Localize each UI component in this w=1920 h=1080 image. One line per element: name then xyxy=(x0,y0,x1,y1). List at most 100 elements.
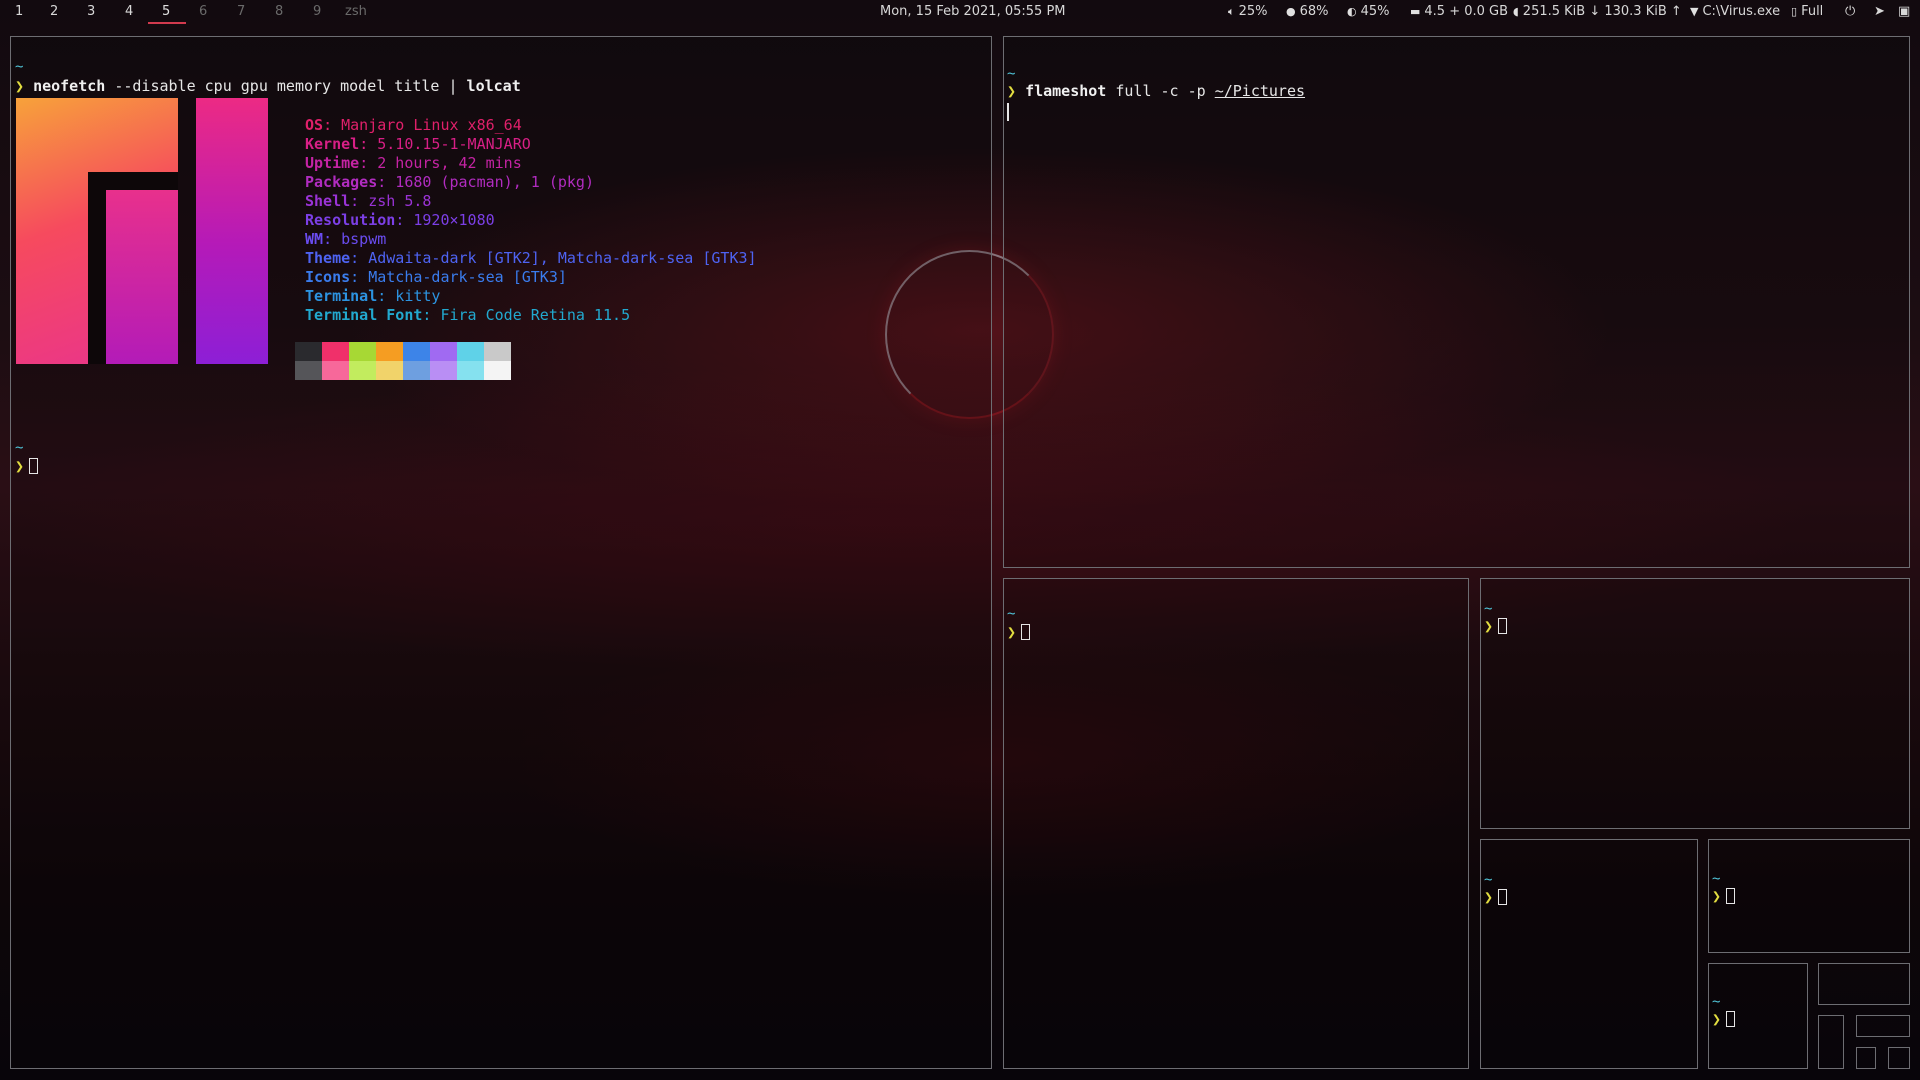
terminal-prompt[interactable]: ❯ xyxy=(1712,887,1736,906)
cwd-home: ~ xyxy=(1712,871,1721,887)
wifi-module[interactable]: ▼ C:\Virus.exe xyxy=(1690,4,1780,19)
cwd-home: ~ xyxy=(1484,872,1493,888)
terminal-prompt[interactable]: ❯ xyxy=(1712,1010,1736,1029)
terminal-window-neofetch[interactable]: ~ ❯ neofetch --disable cpu gpu memory mo… xyxy=(10,36,992,1069)
prompt-symbol: ❯ xyxy=(15,457,25,475)
cwd-home: ~ xyxy=(1484,601,1493,617)
brightness-value: 45% xyxy=(1360,4,1390,19)
info-key-wm: WM xyxy=(305,230,324,248)
cwd-home: ~ xyxy=(15,440,24,456)
text-cursor xyxy=(1726,888,1736,904)
prompt-symbol: ❯ xyxy=(1484,888,1494,906)
info-key-packages: Packages xyxy=(305,173,378,191)
tiny-window-b[interactable] xyxy=(1818,1015,1844,1069)
terminal-window-5[interactable]: ~ ❯ xyxy=(1480,839,1698,1069)
terminal-line: ~ xyxy=(1484,599,1492,619)
battery-icon: ▯ xyxy=(1791,5,1798,18)
wifi-value: C:\Virus.exe xyxy=(1702,4,1781,19)
prompt-symbol: ❯ xyxy=(15,77,25,95)
info-value-terminal-font: : Fira Code Retina 11.5 xyxy=(422,306,631,324)
terminal-window-7[interactable]: ~ ❯ xyxy=(1708,963,1808,1069)
terminal-window-6[interactable]: ~ ❯ xyxy=(1708,839,1910,953)
workspace-3[interactable]: 3 xyxy=(87,4,95,19)
terminal-prompt[interactable]: ❯ xyxy=(1484,617,1508,636)
pipe-target: lolcat xyxy=(457,77,521,95)
info-value-wm: : bspwm xyxy=(323,230,387,248)
info-value-packages: : 1680 (pacman), 1 (pkg) xyxy=(377,173,594,191)
terminal-line: ~ xyxy=(1712,992,1720,1012)
network-module[interactable]: ◖ 251.5 KiB ↓ 130.3 KiB ↑ xyxy=(1513,4,1682,19)
battery-module[interactable]: ▯ Full xyxy=(1791,4,1823,19)
prompt-symbol: ❯ xyxy=(1712,887,1722,905)
workspace-6[interactable]: 6 xyxy=(199,4,207,19)
palette-swatch xyxy=(457,361,484,380)
volume-value: 25% xyxy=(1238,4,1268,19)
workspace-4[interactable]: 4 xyxy=(125,4,133,19)
command-line: ❯ neofetch --disable cpu gpu memory mode… xyxy=(15,77,521,96)
palette-swatch xyxy=(430,342,457,361)
info-key-shell: Shell xyxy=(305,192,351,210)
terminal-output: ~ xyxy=(15,57,23,77)
terminal-window-3[interactable]: ~ ❯ xyxy=(1003,578,1469,1069)
tiny-window-e[interactable] xyxy=(1888,1047,1910,1069)
terminal-prompt[interactable]: ❯ xyxy=(15,457,39,476)
terminal-line: ~ xyxy=(15,438,23,458)
prompt-symbol: ❯ xyxy=(1007,82,1017,100)
wifi-icon: ▼ xyxy=(1690,5,1699,18)
info-key-uptime: Uptime xyxy=(305,154,360,172)
palette-swatch xyxy=(295,342,322,361)
workspace-5[interactable]: 5 xyxy=(162,4,170,19)
terminal-prompt[interactable]: ❯ xyxy=(1007,623,1031,642)
power-icon[interactable]: ⏻ xyxy=(1845,4,1855,19)
terminal-line: ~ xyxy=(1484,870,1492,890)
workspace-9[interactable]: 9 xyxy=(313,4,321,19)
terminal-line: ~ xyxy=(1007,64,1015,84)
telegram-icon[interactable]: ➤ xyxy=(1874,4,1885,19)
brightness-icon: ◐ xyxy=(1347,5,1357,18)
network-value: 251.5 KiB ↓ 130.3 KiB ↑ xyxy=(1522,4,1682,19)
command-path: ~/Pictures xyxy=(1214,82,1306,100)
tiny-window-c[interactable] xyxy=(1856,1015,1910,1037)
palette-swatch xyxy=(349,342,376,361)
terminal-window-4[interactable]: ~ ❯ xyxy=(1480,578,1910,829)
palette-swatch xyxy=(403,361,430,380)
palette-swatch xyxy=(457,342,484,361)
info-value-icons: : Matcha-dark-sea [GTK3] xyxy=(350,268,567,286)
text-cursor xyxy=(1498,889,1508,905)
clock[interactable]: Mon, 15 Feb 2021, 05:55 PM xyxy=(880,4,1066,19)
microphone-icon: ● xyxy=(1286,5,1296,18)
terminal-prompt[interactable]: ❯ xyxy=(1484,888,1508,907)
info-value-theme: : Adwaita-dark [GTK2], Matcha-dark-sea [… xyxy=(350,249,757,267)
workspace-1[interactable]: 1 xyxy=(15,4,23,19)
cwd-home: ~ xyxy=(1007,66,1016,82)
workspace-zsh[interactable]: zsh xyxy=(345,4,367,19)
command-line: ❯ flameshot full -c -p ~/Pictures xyxy=(1007,82,1305,101)
palette-swatch xyxy=(349,361,376,380)
info-value-kernel: : 5.10.15-1-MANJARO xyxy=(359,135,531,153)
prompt-symbol: ❯ xyxy=(1484,617,1494,635)
text-cursor xyxy=(1021,624,1031,640)
mic-module[interactable]: ● 68% xyxy=(1286,4,1329,19)
terminal-line: ~ xyxy=(1712,869,1720,889)
prompt-symbol: ❯ xyxy=(1712,1010,1722,1028)
terminal-line: ~ xyxy=(1007,604,1015,624)
tiny-window-d[interactable] xyxy=(1856,1047,1876,1069)
tiny-window-a[interactable] xyxy=(1818,963,1910,1005)
palette-swatch xyxy=(376,361,403,380)
palette-swatch xyxy=(430,361,457,380)
lock-icon[interactable]: ▣ xyxy=(1898,4,1910,19)
brightness-module[interactable]: ◐ 45% xyxy=(1347,4,1390,19)
workspace-2[interactable]: 2 xyxy=(50,4,58,19)
color-palette xyxy=(295,342,511,380)
memory-module[interactable]: ▬ 4.5 + 0.0 GB xyxy=(1410,4,1508,19)
workspace-7[interactable]: 7 xyxy=(237,4,245,19)
terminal-window-flameshot[interactable]: ~ ❯ flameshot full -c -p ~/Pictures xyxy=(1003,36,1910,568)
speaker-icon: 🔈︎ xyxy=(1228,5,1235,18)
palette-swatch xyxy=(295,361,322,380)
info-value-resolution: : 1920×1080 xyxy=(395,211,495,229)
info-key-theme: Theme xyxy=(305,249,351,267)
workspace-8[interactable]: 8 xyxy=(275,4,283,19)
volume-module[interactable]: 🔈︎ 25% xyxy=(1228,4,1268,19)
info-key-resolution: Resolution xyxy=(305,211,396,229)
info-value-uptime: : 2 hours, 42 mins xyxy=(359,154,522,172)
